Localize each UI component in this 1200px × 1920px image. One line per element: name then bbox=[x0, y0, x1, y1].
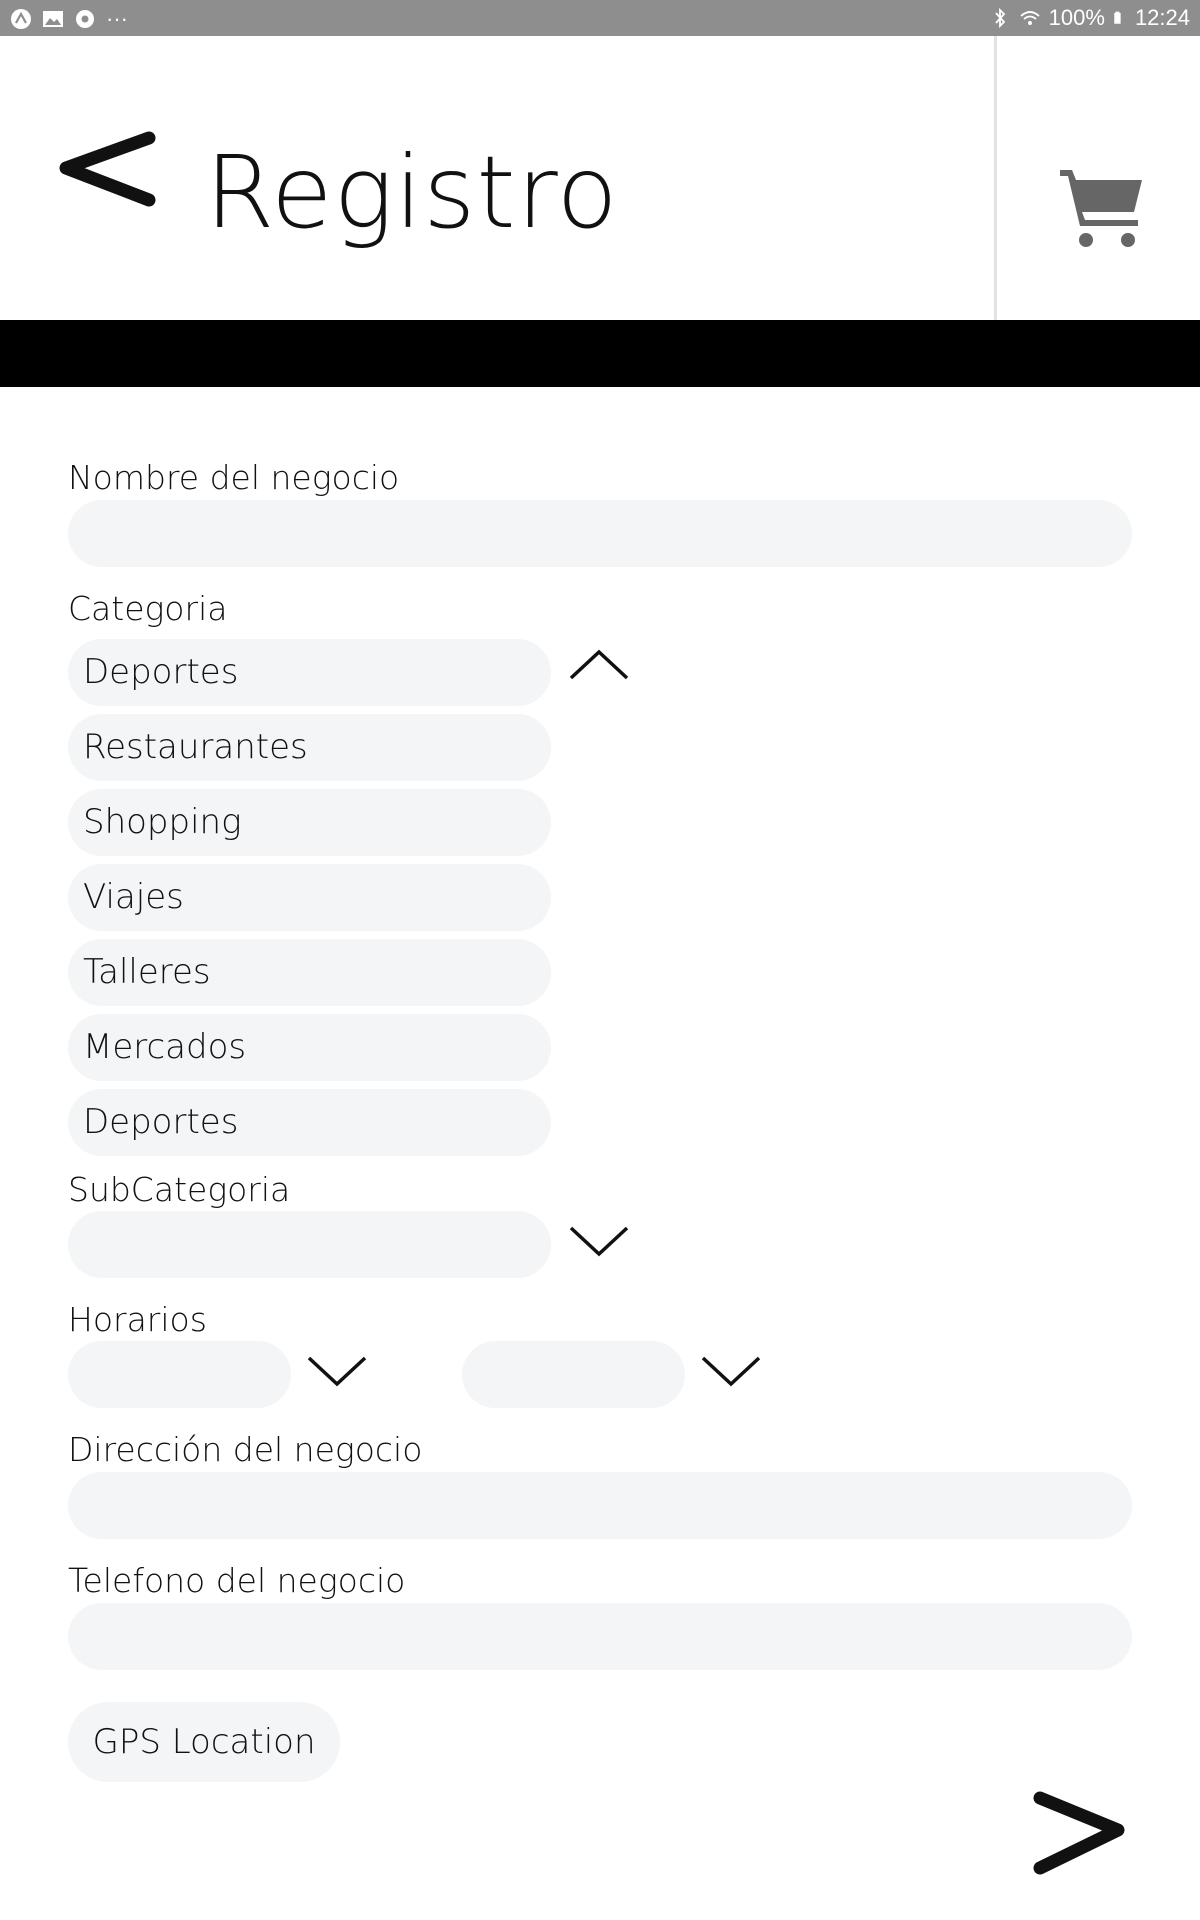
subcategory-select[interactable] bbox=[68, 1211, 551, 1278]
status-left-icons: ··· bbox=[10, 6, 128, 32]
cart-button[interactable] bbox=[1058, 168, 1146, 256]
battery-icon bbox=[1114, 11, 1121, 24]
hours-close-select[interactable] bbox=[462, 1341, 685, 1408]
registro-screen: ··· 100% 12:24 Registro Nombre del negoc… bbox=[0, 0, 1200, 1920]
chevron-right-icon bbox=[1033, 1791, 1125, 1875]
address-label: Dirección del negocio bbox=[68, 1430, 423, 1469]
page-title: Registro bbox=[205, 134, 619, 251]
category-option[interactable]: Shopping bbox=[68, 789, 551, 856]
category-select[interactable]: Deportes bbox=[68, 639, 551, 706]
clock: 12:24 bbox=[1134, 5, 1190, 30]
chevron-down-icon bbox=[701, 1356, 761, 1387]
category-collapse-button[interactable] bbox=[567, 644, 631, 684]
subcategory-dropdown-button[interactable] bbox=[567, 1222, 631, 1262]
settings-icon bbox=[76, 10, 94, 28]
category-option[interactable]: Talleres bbox=[68, 939, 551, 1006]
category-option[interactable]: Deportes bbox=[68, 1089, 551, 1156]
category-label: Categoria bbox=[68, 589, 228, 628]
cart-icon bbox=[1060, 170, 1142, 247]
phone-input[interactable] bbox=[68, 1603, 1132, 1670]
gps-location-button[interactable]: GPS Location bbox=[68, 1702, 340, 1782]
hours-label: Horarios bbox=[68, 1300, 207, 1339]
category-option[interactable]: Restaurantes bbox=[68, 714, 551, 781]
chevron-down-icon bbox=[569, 1226, 629, 1257]
bluetooth-icon bbox=[994, 7, 1005, 29]
chevron-up-icon bbox=[569, 649, 629, 680]
chevron-left-icon bbox=[59, 131, 156, 207]
back-button[interactable] bbox=[54, 126, 164, 246]
hours-open-dropdown-button[interactable] bbox=[305, 1352, 369, 1392]
app-icon bbox=[11, 9, 31, 29]
more-icon: ··· bbox=[106, 6, 128, 31]
business-name-input[interactable] bbox=[68, 500, 1132, 567]
next-button[interactable] bbox=[1030, 1788, 1130, 1888]
category-option[interactable]: Mercados bbox=[68, 1014, 551, 1081]
battery-percent: 100% bbox=[1048, 5, 1105, 30]
header-band bbox=[0, 320, 1200, 387]
wifi-icon bbox=[1020, 11, 1040, 25]
hours-open-select[interactable] bbox=[68, 1341, 291, 1408]
chevron-down-icon bbox=[307, 1356, 367, 1387]
phone-label: Telefono del negocio bbox=[68, 1561, 406, 1600]
header: Registro bbox=[0, 36, 1200, 320]
business-name-label: Nombre del negocio bbox=[68, 458, 400, 497]
gallery-icon bbox=[43, 11, 63, 27]
status-right-icons: 100% 12:24 bbox=[989, 5, 1190, 31]
category-option[interactable]: Viajes bbox=[68, 864, 551, 931]
header-divider bbox=[994, 36, 997, 320]
hours-close-dropdown-button[interactable] bbox=[699, 1352, 763, 1392]
status-bar: ··· 100% 12:24 bbox=[0, 0, 1200, 36]
subcategory-label: SubCategoria bbox=[68, 1170, 291, 1209]
address-input[interactable] bbox=[68, 1472, 1132, 1539]
